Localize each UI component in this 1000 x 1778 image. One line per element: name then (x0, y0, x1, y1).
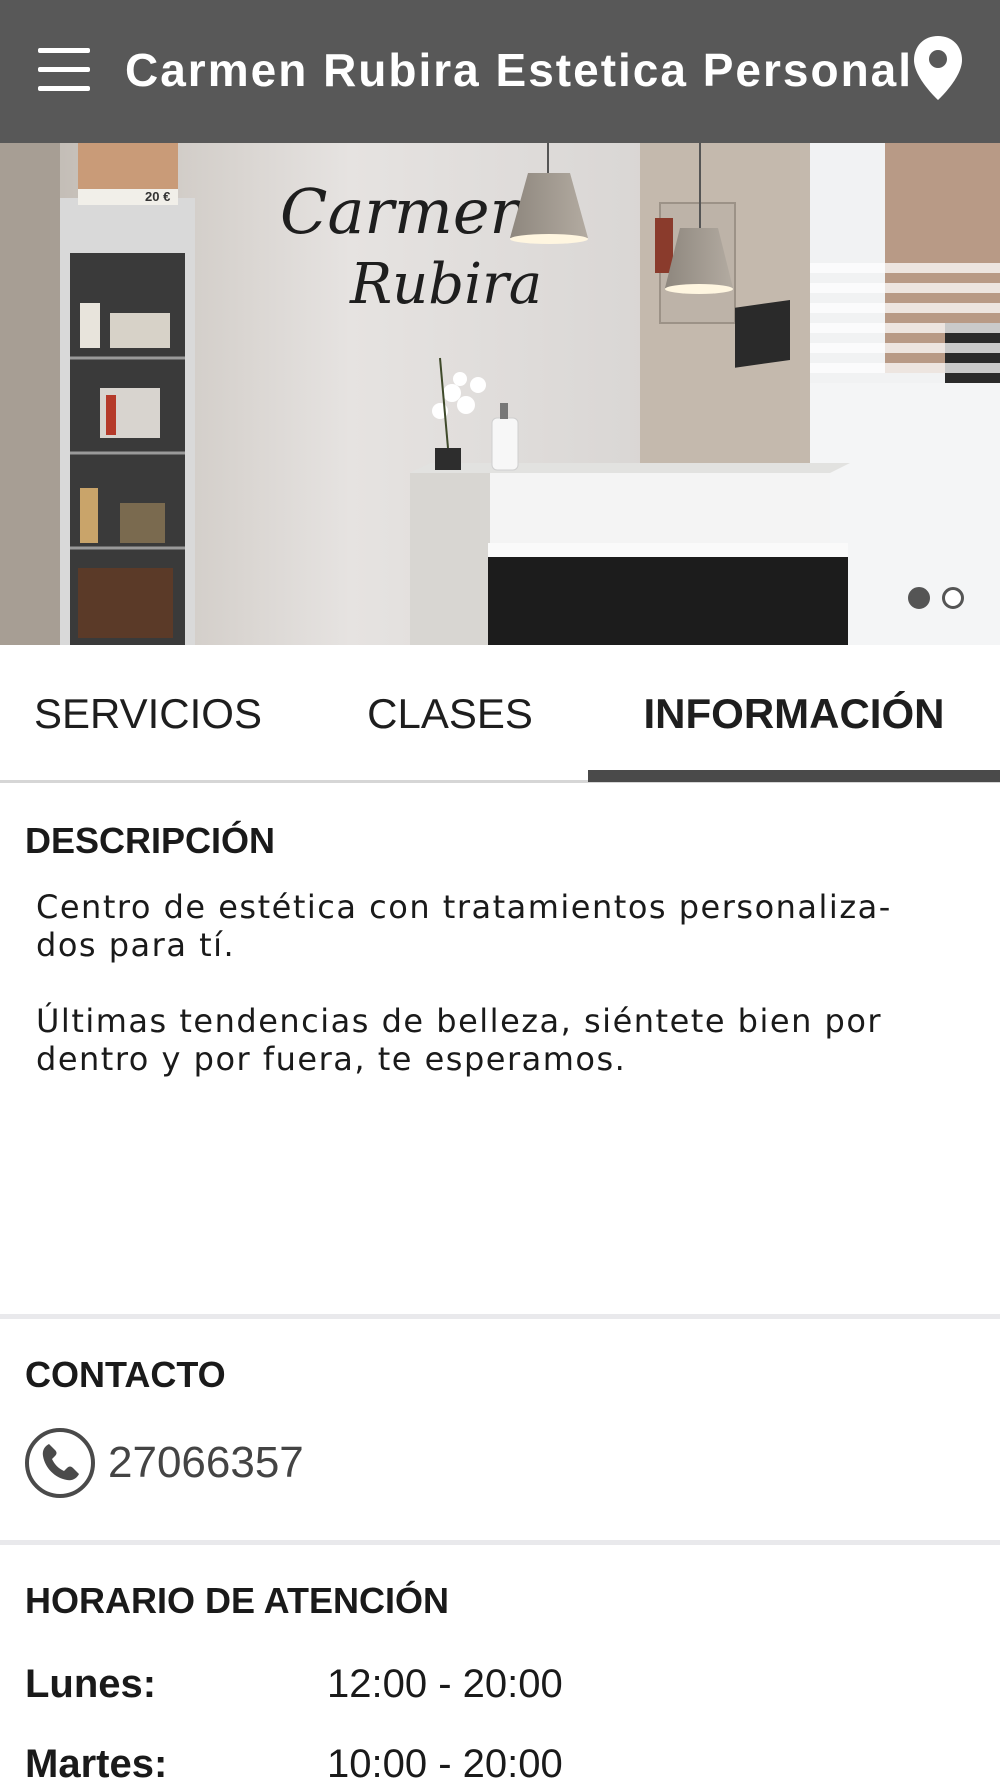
hours-row-monday: Lunes: 12:00 - 20:00 (25, 1662, 563, 1707)
tab-clases[interactable]: CLASES (300, 645, 600, 783)
tab-informacion[interactable]: INFORMACIÓN (588, 645, 1000, 783)
hours-day: Martes: (25, 1742, 168, 1778)
description-line-2: dos para tí. (36, 926, 236, 964)
hours-title: HORARIO DE ATENCIÓN (25, 1580, 450, 1621)
hours-day: Lunes: (25, 1662, 157, 1706)
hero-image-carousel[interactable]: 20 € Carmen Rubira (0, 143, 1000, 645)
carousel-dot-2[interactable] (942, 587, 964, 609)
app-bar: Carmen Rubira Estetica Personal (0, 0, 1000, 143)
map-pin-icon[interactable] (912, 34, 964, 102)
wall-sign-line2: Rubira (349, 252, 542, 317)
tab-servicios[interactable]: SERVICIOS (0, 645, 296, 783)
section-divider (0, 1540, 1000, 1545)
active-tab-indicator (588, 770, 1000, 782)
wall-sign-line1: Carmen (280, 175, 529, 248)
description-line-1: Centro de estética con tratamientos pers… (36, 888, 892, 926)
hours-time: 12:00 - 20:00 (327, 1662, 563, 1706)
description-line-4: dentro y por fuera, te esperamos. (36, 1040, 627, 1078)
salon-reception-photo: 20 € Carmen Rubira (0, 143, 1000, 645)
description-text: Centro de estética con tratamientos pers… (36, 888, 976, 1078)
description-title: DESCRIPCIÓN (25, 820, 276, 861)
app-title: Carmen Rubira Estetica Personal (125, 44, 914, 96)
tab-bar: SERVICIOS CLASES INFORMACIÓN (0, 645, 1000, 783)
price-tag: 20 € (145, 189, 170, 204)
phone-icon (25, 1428, 95, 1498)
section-divider (0, 1314, 1000, 1319)
hours-time: 10:00 - 20:00 (327, 1742, 563, 1778)
phone-number: 27066357 (108, 1438, 304, 1487)
contact-title: CONTACTO (25, 1354, 226, 1395)
hamburger-menu-icon[interactable] (28, 40, 100, 100)
carousel-dot-1[interactable] (908, 587, 930, 609)
phone-contact[interactable]: 27066357 (24, 1426, 304, 1500)
carousel-pagination (908, 587, 964, 609)
description-line-3: Últimas tendencias de belleza, siéntete … (36, 1002, 883, 1040)
hours-row-tuesday: Martes: 10:00 - 20:00 (25, 1742, 563, 1778)
